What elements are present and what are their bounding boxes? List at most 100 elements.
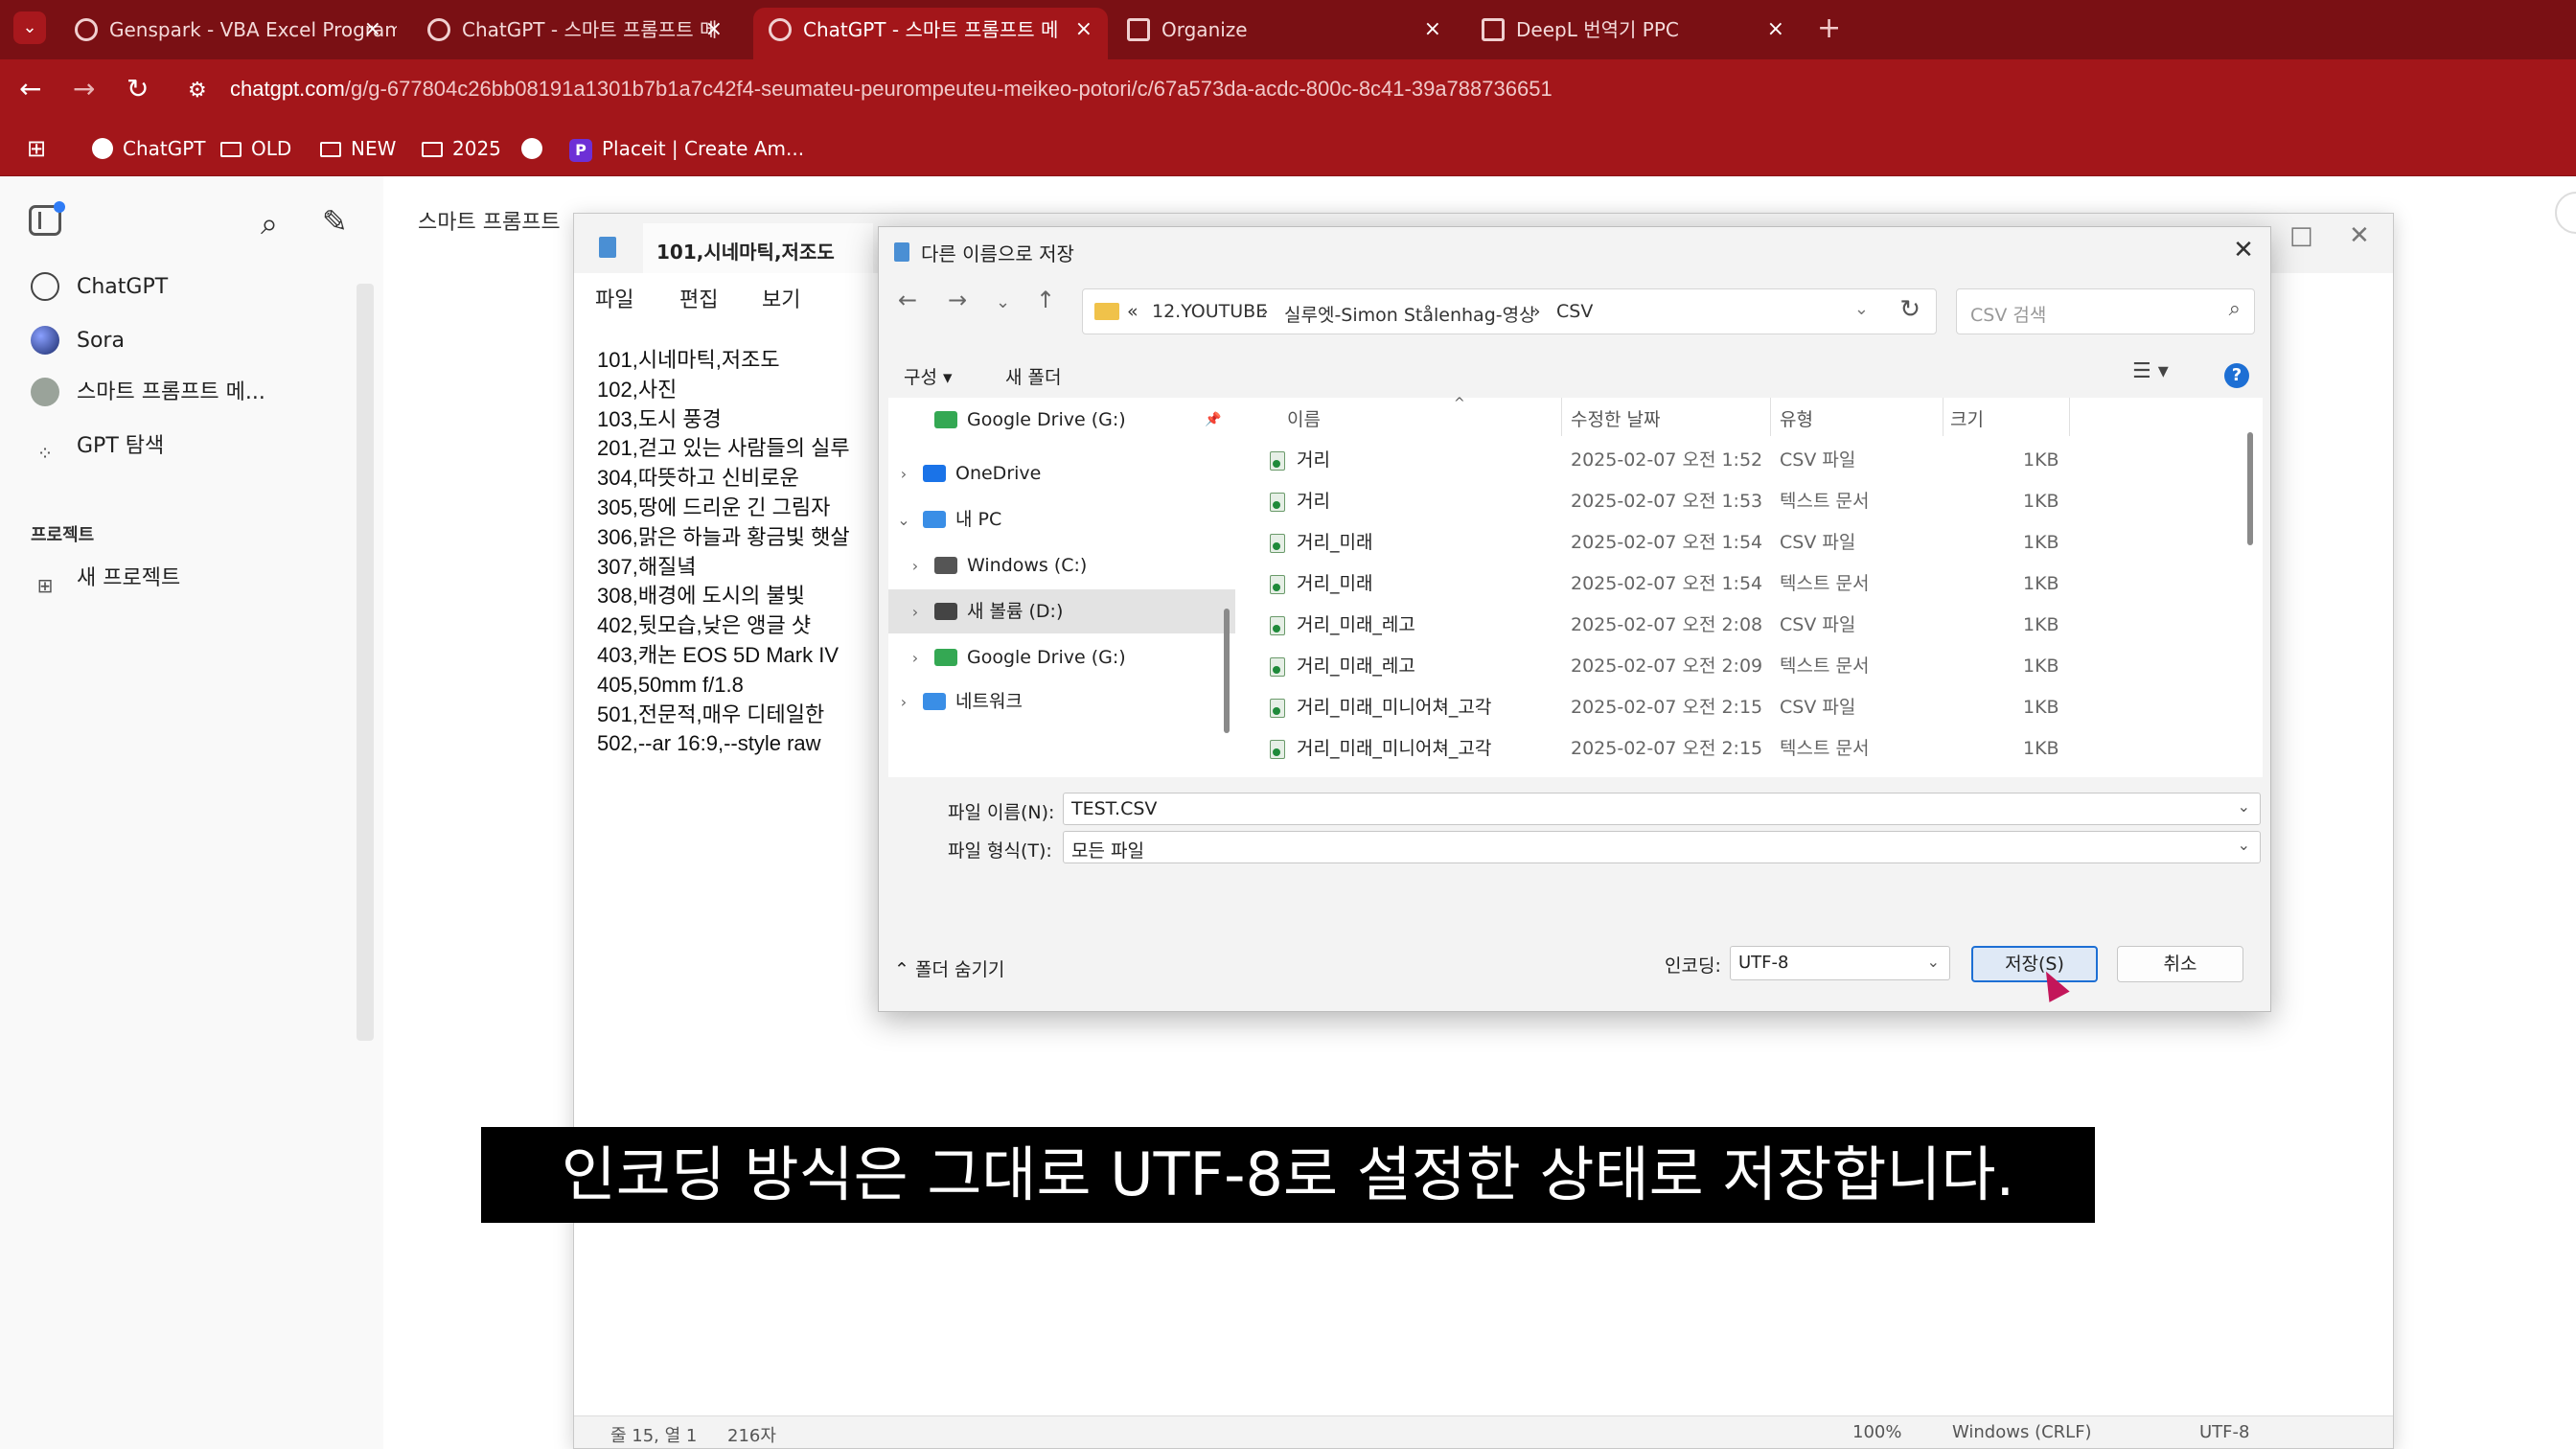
filetype-select[interactable]: 모든 파일 ⌄ (1063, 831, 2261, 863)
file-row[interactable]: 거리_미래_미니어쳐_고각 2025-02-07 오전 2:15 텍스트 문서 1KB (1235, 728, 2232, 770)
tree-item[interactable]: › Google Drive (G:) (888, 635, 1235, 679)
notepad-text-area[interactable]: 101,시네마틱,저조도 102,사진 103,도시 풍경 201,걷고 있는 사람들… (597, 346, 850, 759)
bookmark-placeit[interactable]: P Placeit | Create Am... (569, 134, 804, 163)
search-input[interactable]: CSV 검색 ⌕ (1956, 288, 2255, 334)
help-icon[interactable]: ? (2224, 363, 2249, 388)
new-folder-button[interactable]: 새 폴더 (1005, 363, 1061, 389)
pin-icon[interactable]: 📌 (1205, 398, 1221, 442)
browser-tab[interactable]: ChatGPT - 스마트 프롬프트 메 × (412, 8, 738, 59)
close-tab-icon[interactable]: × (364, 8, 381, 52)
column-type[interactable]: 유형 (1780, 405, 1813, 431)
file-size: 1KB (2023, 532, 2059, 553)
apps-grid-icon[interactable]: ⊞ (27, 134, 46, 163)
refresh-icon[interactable]: ↻ (1899, 295, 1920, 324)
address-path[interactable]: « 12.YOUTUBE › 실루엣-Simon Stålenhag-영상 › … (1082, 288, 1937, 334)
tree-item[interactable]: › 새 볼륨 (D:) (888, 589, 1235, 633)
close-tab-icon[interactable]: × (1424, 8, 1441, 52)
forward-button[interactable]: → (948, 287, 967, 313)
expand-chevron-icon[interactable]: › (906, 636, 925, 680)
sidebar-item-smart-prompt[interactable]: 스마트 프롬프트 메... (31, 374, 265, 412)
cancel-button[interactable]: 취소 (2117, 946, 2243, 982)
save-button[interactable]: 저장(S) (1971, 946, 2098, 982)
chevron-down-icon[interactable]: ⌄ (2238, 836, 2250, 854)
path-segment[interactable]: CSV (1556, 301, 1593, 322)
column-divider[interactable] (1770, 398, 1771, 436)
close-icon[interactable]: ✕ (2224, 231, 2263, 269)
file-list-scrollbar[interactable] (2247, 432, 2253, 545)
menu-file[interactable]: 파일 (595, 283, 633, 313)
file-row[interactable]: 거리_미래_레고 2025-02-07 오전 2:09 텍스트 문서 1KB (1235, 646, 2232, 687)
bookmark-folder-new[interactable]: NEW (320, 134, 396, 163)
new-chat-icon[interactable]: ✎ (322, 203, 348, 240)
back-button[interactable]: ← (898, 287, 917, 313)
file-row[interactable]: 거리 2025-02-07 오전 1:52 CSV 파일 1KB (1235, 440, 2232, 481)
url-field[interactable]: chatgpt.com/g/g-677804c26bb08191a1301b7b… (230, 77, 1552, 102)
sidebar-item-explore-gpts[interactable]: ⁘ GPT 탐색 (31, 427, 165, 466)
new-tab-button[interactable]: + (1817, 12, 1841, 45)
forward-button[interactable]: → (73, 75, 95, 104)
file-row[interactable]: 거리_미래 2025-02-07 오전 1:54 CSV 파일 1KB (1235, 522, 2232, 564)
bookmark-globe[interactable] (521, 134, 552, 163)
bookmark-chatgpt[interactable]: ChatGPT (92, 134, 206, 163)
reload-button[interactable]: ↻ (126, 75, 149, 104)
browser-tab[interactable]: Organize × (1112, 8, 1457, 59)
column-date[interactable]: 수정한 날짜 (1571, 405, 1660, 431)
browser-tab[interactable]: Genspark - VBA Excel Program × (59, 8, 397, 59)
site-settings-icon[interactable]: ⚙ (188, 79, 213, 104)
notepad-tab[interactable]: 101,시네마틱,저조도 (643, 223, 873, 273)
column-divider[interactable] (1561, 398, 1562, 436)
tab-search-button[interactable]: ⌄ (13, 12, 46, 44)
menu-view[interactable]: 보기 (762, 283, 800, 313)
file-row[interactable]: 거리_미래_레고 2025-02-07 오전 2:08 CSV 파일 1KB (1235, 605, 2232, 646)
close-tab-icon[interactable]: × (705, 8, 723, 52)
back-button[interactable]: ← (19, 75, 41, 104)
expand-chevron-icon[interactable]: › (894, 452, 913, 496)
sidebar-scrollbar[interactable] (356, 284, 374, 1041)
browser-tab[interactable]: DeepL 번역기 PPC × (1466, 8, 1800, 59)
bookmark-folder-old[interactable]: OLD (220, 134, 291, 163)
search-icon[interactable]: ⌕ (261, 205, 278, 242)
path-segment[interactable]: 12.YOUTUBE (1152, 301, 1267, 322)
text-line: 405,50mm f/1.8 (597, 672, 744, 697)
column-name[interactable]: 이름 (1287, 405, 1321, 431)
maximize-icon[interactable]: □ (2289, 221, 2313, 250)
tree-item[interactable]: › 네트워크 (888, 679, 1235, 724)
file-row[interactable]: 거리_미래_미니어쳐_고각 2025-02-07 오전 2:15 CSV 파일 1KB (1235, 687, 2232, 728)
bookmark-folder-2025[interactable]: 2025 (422, 134, 501, 163)
close-icon[interactable]: ✕ (2349, 221, 2370, 250)
chevron-down-icon[interactable]: ⌄ (2238, 797, 2250, 816)
close-tab-icon[interactable]: × (1075, 8, 1092, 52)
tree-item[interactable]: Google Drive (G:) 📌 (888, 398, 1235, 442)
expand-chevron-icon[interactable]: › (906, 544, 925, 588)
close-tab-icon[interactable]: × (1767, 8, 1784, 52)
file-size: 1KB (2023, 697, 2059, 718)
tree-scrollbar[interactable] (1224, 609, 1230, 733)
column-size[interactable]: 크기 (1950, 405, 1984, 431)
path-overflow[interactable]: « (1127, 301, 1138, 322)
column-divider[interactable] (2069, 398, 2070, 436)
profile-avatar[interactable] (2555, 192, 2576, 234)
chevron-down-icon[interactable]: ⌄ (1854, 299, 1869, 319)
recent-locations-icon[interactable]: ⌄ (996, 292, 1010, 312)
file-row[interactable]: 거리_미래 2025-02-07 오전 1:54 텍스트 문서 1KB (1235, 564, 2232, 605)
view-options-icon[interactable]: ☰ ▾ (2132, 359, 2169, 383)
expand-chevron-icon[interactable]: ⌄ (894, 498, 913, 542)
file-row[interactable]: 거리 2025-02-07 오전 1:53 텍스트 문서 1KB (1235, 481, 2232, 522)
browser-tab-active[interactable]: ChatGPT - 스마트 프롬프트 메 × (753, 8, 1108, 59)
new-project-button[interactable]: ⊞ 새 프로젝트 (31, 560, 181, 598)
tree-item[interactable]: › Windows (C:) (888, 543, 1235, 587)
tree-item[interactable]: › OneDrive (888, 451, 1235, 495)
path-segment[interactable]: 실루엣-Simon Stålenhag-영상 (1284, 301, 1536, 327)
expand-chevron-icon[interactable]: › (906, 590, 925, 634)
sidebar-item-sora[interactable]: Sora (31, 322, 125, 360)
encoding-select[interactable]: UTF-8 ⌄ (1730, 946, 1950, 980)
tree-item[interactable]: ⌄ 내 PC (888, 497, 1235, 541)
organize-button[interactable]: 구성 ▾ (904, 363, 953, 389)
column-divider[interactable] (1943, 398, 1944, 436)
hide-folders-toggle[interactable]: ⌃ 폴더 숨기기 (894, 955, 1004, 981)
expand-chevron-icon[interactable]: › (894, 680, 913, 724)
menu-edit[interactable]: 편집 (679, 283, 718, 313)
filename-field[interactable]: TEST.CSV ⌄ (1063, 793, 2261, 825)
sidebar-item-chatgpt[interactable]: ChatGPT (31, 268, 168, 307)
up-folder-button[interactable]: ↑ (1036, 287, 1055, 313)
